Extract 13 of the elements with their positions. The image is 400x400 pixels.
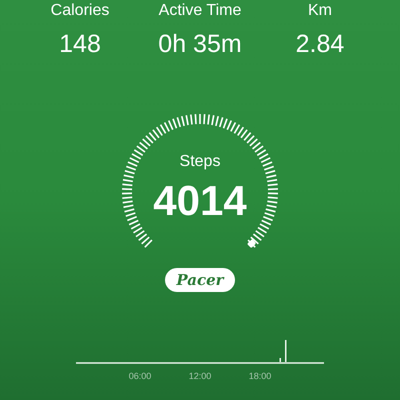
stat-label: Km: [307, 1, 333, 21]
time-label: 06:00: [128, 370, 152, 383]
time-label: 12:00: [188, 370, 212, 383]
stat-value: 2.84: [294, 29, 346, 60]
activity-bars-drawing: [280, 340, 286, 362]
stat-label: Active Time: [158, 1, 242, 21]
steps-count: 4014: [152, 176, 248, 226]
time-label: 18:00: [248, 370, 272, 383]
steps-label: Steps: [178, 152, 222, 172]
pacer-button[interactable]: Pacer: [165, 268, 235, 292]
stat-label: Calories: [50, 1, 110, 21]
stat-value: 148: [58, 29, 102, 60]
stat-value: 0h 35m: [157, 29, 243, 60]
